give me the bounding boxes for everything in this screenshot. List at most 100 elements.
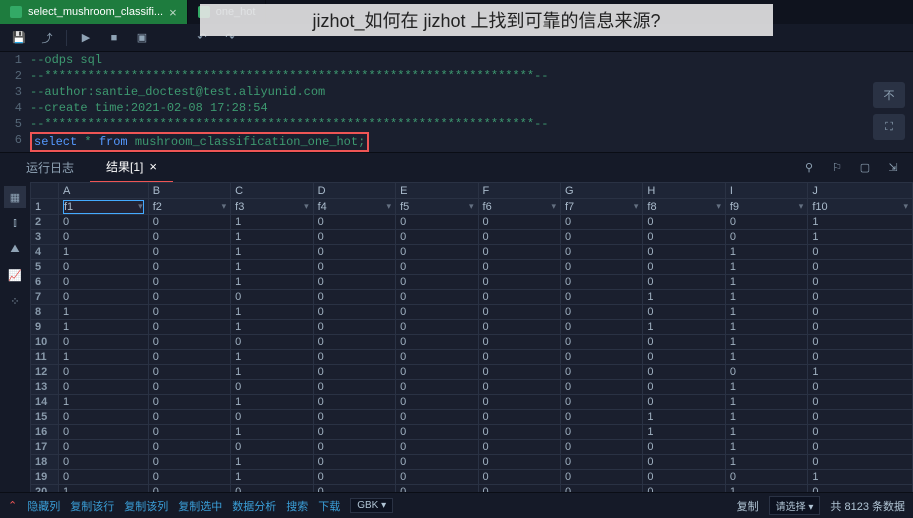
table-row[interactable]: 81010000010	[31, 305, 913, 320]
expand-icon[interactable]: ⇲	[883, 158, 903, 178]
cell[interactable]: 0	[313, 455, 395, 470]
cell[interactable]: 1	[231, 350, 313, 365]
cell[interactable]: 1	[231, 455, 313, 470]
cell[interactable]: 1	[808, 230, 913, 245]
cell[interactable]: 0	[478, 395, 560, 410]
cell[interactable]: 0	[313, 410, 395, 425]
cell[interactable]: 0	[560, 350, 642, 365]
encoding-select[interactable]: GBK ▾	[350, 498, 393, 513]
table-row[interactable]: 160010000110	[31, 425, 913, 440]
cell[interactable]: 0	[643, 260, 725, 275]
cell[interactable]: 0	[808, 425, 913, 440]
cell[interactable]: 1	[231, 245, 313, 260]
cell[interactable]: 1	[231, 260, 313, 275]
cell[interactable]: 0	[560, 305, 642, 320]
copy-mode-select[interactable]: 请选择 ▾	[769, 496, 821, 515]
cell[interactable]: 0	[59, 425, 149, 440]
stop-button[interactable]: ■	[101, 27, 127, 49]
pin-icon[interactable]: ⚲	[799, 158, 819, 178]
data-grid-wrap[interactable]: ABCDEFGHIJ1f1▾f2▾f3▾f4▾f5▾f6▾f7▾f8▾f9▾f1…	[30, 182, 913, 492]
cell[interactable]: 0	[148, 455, 230, 470]
row-number[interactable]: 10	[31, 335, 59, 350]
cell[interactable]: 0	[396, 290, 478, 305]
cell[interactable]: 1	[725, 320, 807, 335]
cell[interactable]: 0	[643, 245, 725, 260]
cell[interactable]: 1	[59, 245, 149, 260]
cell[interactable]: 0	[478, 365, 560, 380]
cell[interactable]: 0	[148, 230, 230, 245]
table-row[interactable]: 41010000010	[31, 245, 913, 260]
area-chart-button[interactable]: ⛰	[4, 238, 26, 260]
table-row[interactable]: 111010000010	[31, 350, 913, 365]
cell[interactable]: 0	[725, 230, 807, 245]
cell[interactable]: 0	[313, 245, 395, 260]
cell[interactable]: 0	[478, 440, 560, 455]
row-number[interactable]: 6	[31, 275, 59, 290]
column-letter[interactable]: A	[59, 183, 149, 199]
cell[interactable]: 0	[725, 470, 807, 485]
cell[interactable]: 0	[148, 410, 230, 425]
cell[interactable]: 0	[59, 260, 149, 275]
chevron-down-icon[interactable]: ▾	[903, 201, 908, 212]
cell[interactable]: 1	[231, 305, 313, 320]
table-row[interactable]: 190010000001	[31, 470, 913, 485]
cell[interactable]: 0	[808, 335, 913, 350]
cell[interactable]: 0	[478, 470, 560, 485]
row-number[interactable]: 2	[31, 215, 59, 230]
cell[interactable]: 1	[231, 215, 313, 230]
column-letter[interactable]: J	[808, 183, 913, 199]
cell[interactable]: 0	[725, 215, 807, 230]
cell[interactable]: 0	[148, 215, 230, 230]
cell[interactable]: 0	[148, 395, 230, 410]
cell[interactable]: 0	[313, 395, 395, 410]
cell[interactable]: 0	[560, 365, 642, 380]
cell[interactable]: 0	[148, 245, 230, 260]
table-row[interactable]: 70000000110	[31, 290, 913, 305]
cell[interactable]: 1	[725, 410, 807, 425]
cell[interactable]: 1	[59, 485, 149, 493]
scatter-chart-button[interactable]: ⁘	[4, 290, 26, 312]
cell[interactable]: 0	[478, 410, 560, 425]
cell[interactable]: 0	[560, 485, 642, 493]
chevron-down-icon[interactable]: ▾	[222, 201, 227, 212]
close-icon[interactable]: ×	[149, 159, 157, 174]
row-number[interactable]: 16	[31, 425, 59, 440]
cell[interactable]: 0	[643, 230, 725, 245]
column-letter[interactable]: B	[148, 183, 230, 199]
cell[interactable]: 0	[313, 215, 395, 230]
cell[interactable]: 0	[808, 410, 913, 425]
cell[interactable]: 0	[313, 260, 395, 275]
cell[interactable]: 0	[396, 425, 478, 440]
cell[interactable]: 0	[560, 245, 642, 260]
cell[interactable]: 0	[560, 215, 642, 230]
cell[interactable]: 0	[478, 305, 560, 320]
cell[interactable]: 0	[560, 470, 642, 485]
row-number[interactable]: 20	[31, 485, 59, 493]
cell[interactable]: 0	[148, 335, 230, 350]
cell[interactable]: 0	[396, 215, 478, 230]
table-row[interactable]: 141010000010	[31, 395, 913, 410]
column-letter[interactable]: G	[560, 183, 642, 199]
cell[interactable]: 0	[560, 395, 642, 410]
column-header[interactable]: f7▾	[560, 199, 642, 215]
cell[interactable]: 0	[313, 440, 395, 455]
cell[interactable]: 1	[643, 290, 725, 305]
cell[interactable]: 0	[560, 275, 642, 290]
chevron-down-icon[interactable]: ▾	[387, 201, 392, 212]
row-number[interactable]: 7	[31, 290, 59, 305]
code-content[interactable]: --odps sql --***************************…	[30, 52, 913, 152]
cell[interactable]: 0	[396, 395, 478, 410]
cell[interactable]: 1	[725, 455, 807, 470]
cell[interactable]: 1	[725, 290, 807, 305]
cell[interactable]: 0	[396, 335, 478, 350]
popup-icon[interactable]: ▢	[855, 158, 875, 178]
cell[interactable]: 0	[808, 305, 913, 320]
cell[interactable]: 1	[725, 440, 807, 455]
row-number[interactable]: 18	[31, 455, 59, 470]
cell[interactable]: 0	[396, 260, 478, 275]
log-tab[interactable]: 运行日志	[10, 153, 90, 183]
row-number[interactable]: 5	[31, 260, 59, 275]
bar-chart-button[interactable]: ⫾	[4, 212, 26, 234]
column-header[interactable]: f1▾	[59, 199, 149, 215]
row-number[interactable]: 17	[31, 440, 59, 455]
